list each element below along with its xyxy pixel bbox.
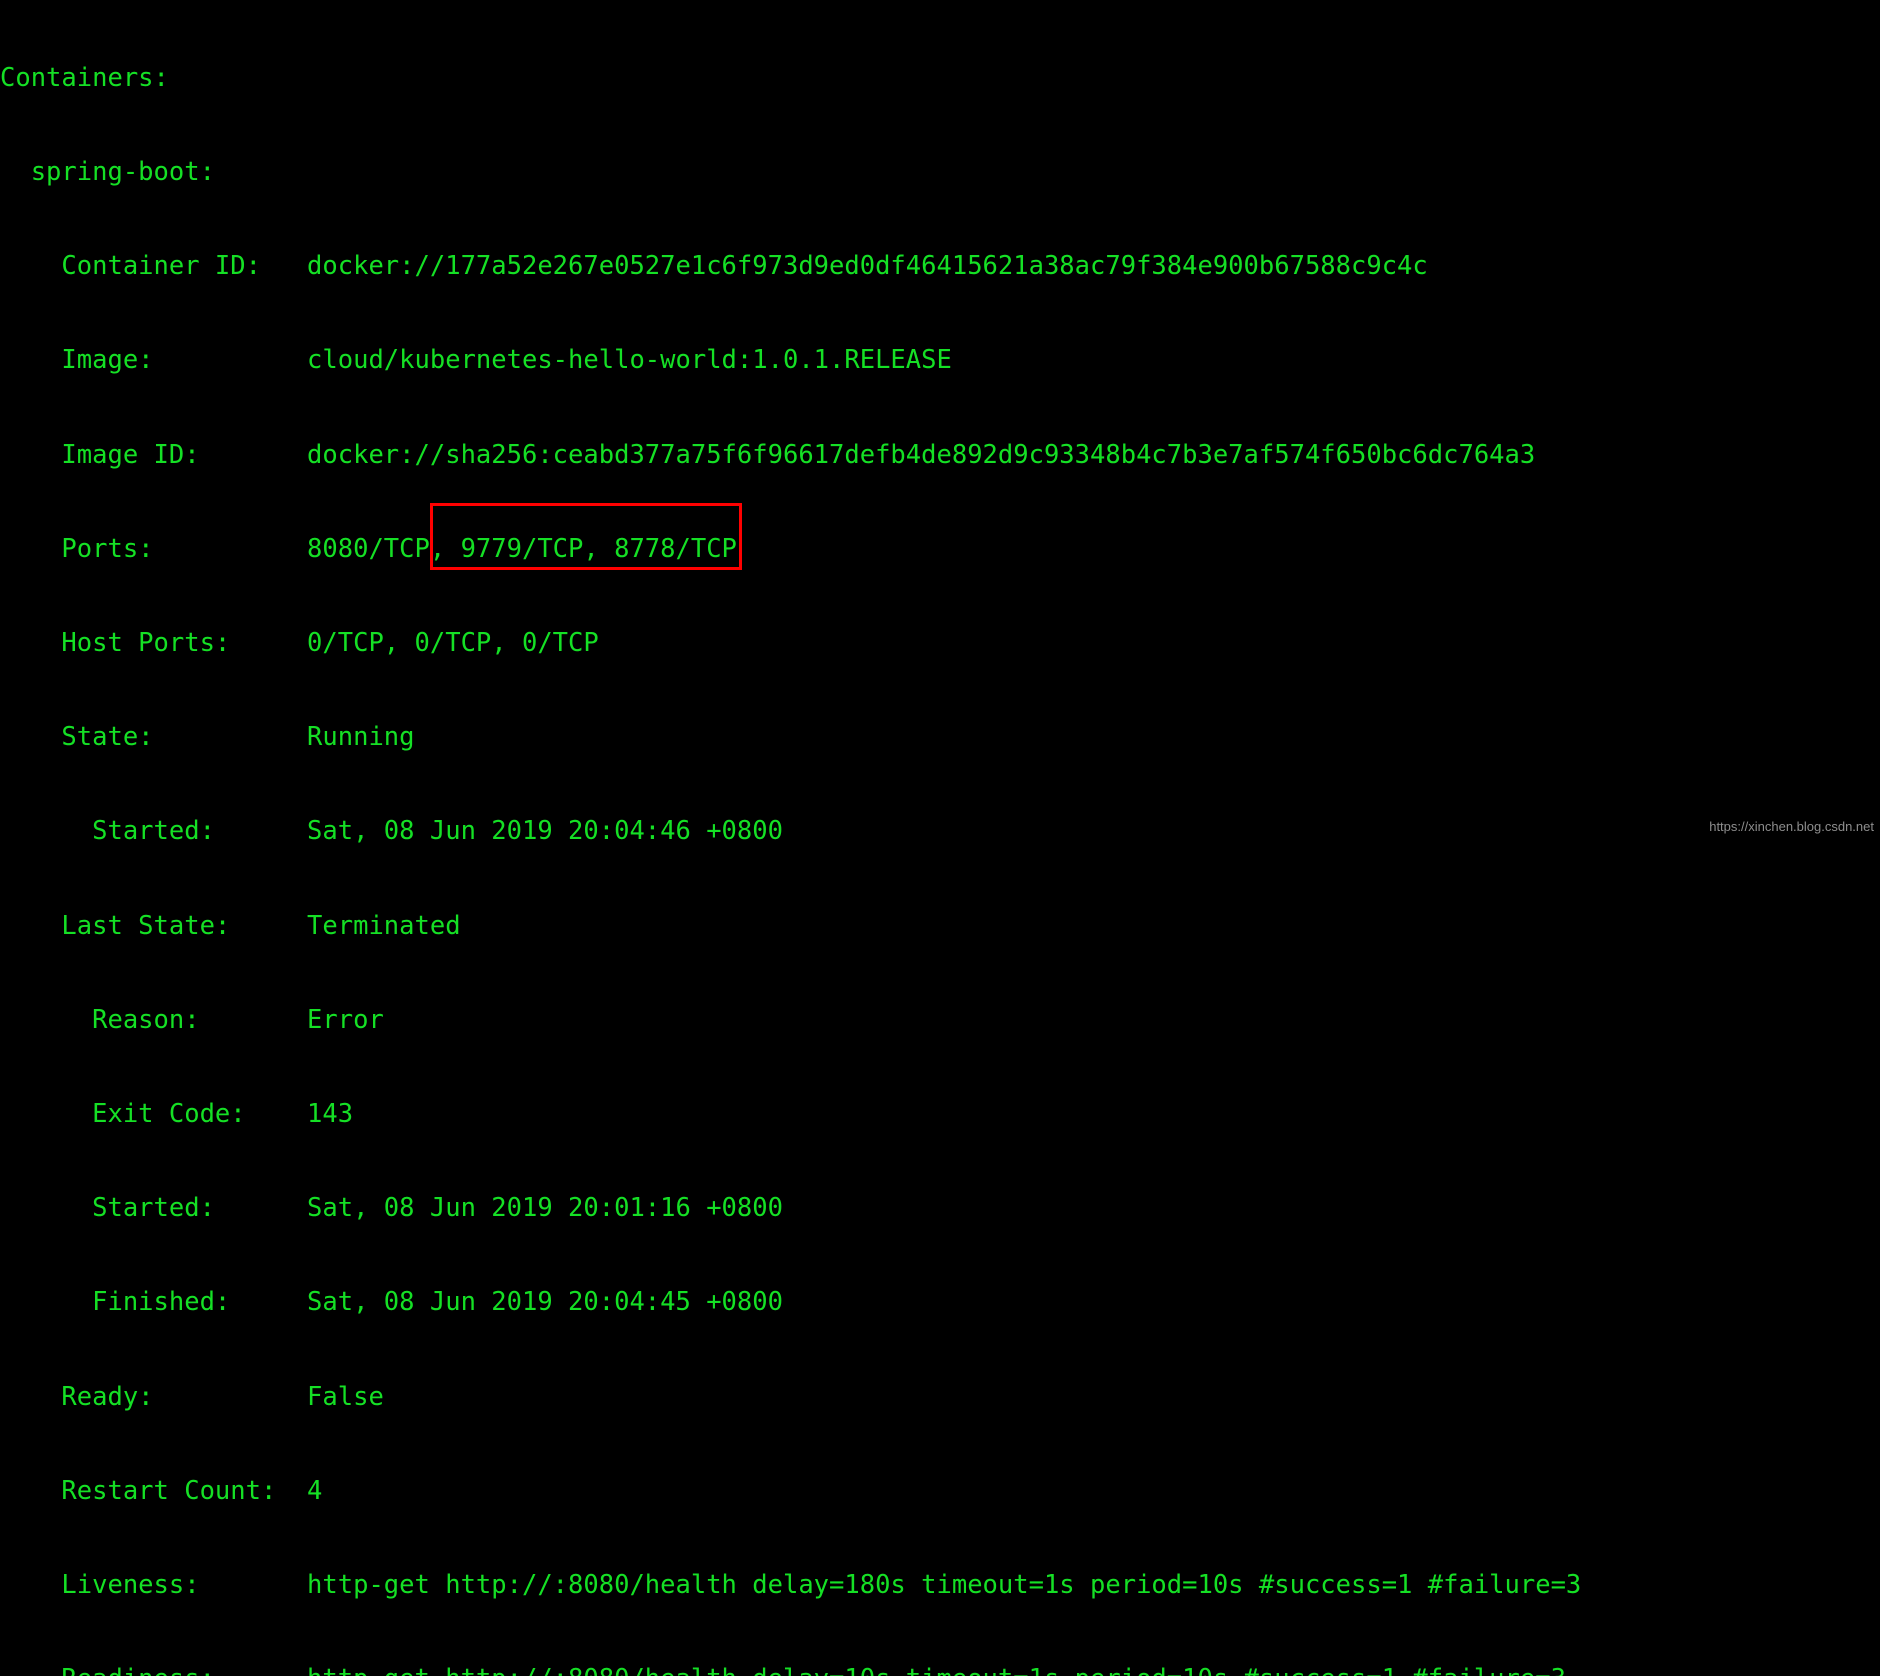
output-line: Restart Count: 4	[0, 1475, 323, 1506]
output-line: State: Running	[0, 722, 415, 753]
output-line: Exit Code: 143	[0, 1099, 354, 1130]
output-line: Container ID: docker://177a52e267e0527e1…	[0, 251, 1428, 282]
output-line: Host Ports: 0/TCP, 0/TCP, 0/TCP	[0, 628, 599, 659]
output-line: Finished: Sat, 08 Jun 2019 20:04:45 +080…	[0, 1287, 783, 1318]
output-line: Containers:	[0, 62, 169, 93]
output-line: Ports: 8080/TCP, 9779/TCP, 8778/TCP	[0, 533, 737, 564]
output-line: Image: cloud/kubernetes-hello-world:1.0.…	[0, 345, 952, 376]
output-line: Reason: Error	[0, 1004, 384, 1035]
output-line: Ready: False	[0, 1381, 384, 1412]
terminal-output[interactable]: Containers: spring-boot: Container ID: d…	[0, 0, 1880, 1676]
output-line-liveness: Liveness: http-get http://:8080/health d…	[0, 1570, 1582, 1601]
watermark: https://xinchen.blog.csdn.net	[1709, 819, 1874, 834]
output-line: spring-boot:	[0, 157, 215, 188]
output-line: Started: Sat, 08 Jun 2019 20:04:46 +0800	[0, 816, 783, 847]
output-line: Image ID: docker://sha256:ceabd377a75f6f…	[0, 439, 1536, 470]
output-line: Started: Sat, 08 Jun 2019 20:01:16 +0800	[0, 1193, 783, 1224]
output-line: Last State: Terminated	[0, 910, 461, 941]
output-line-readiness: Readiness: http-get http://:8080/health …	[0, 1664, 1880, 1676]
